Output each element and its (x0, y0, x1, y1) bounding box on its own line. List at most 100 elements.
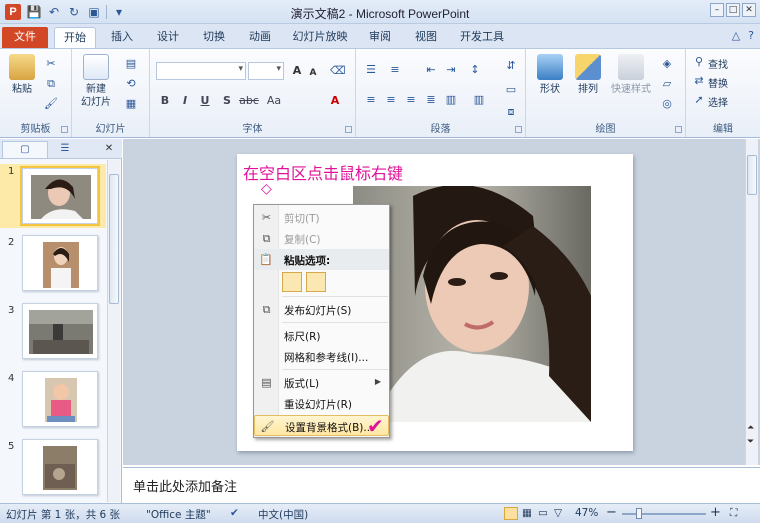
paragraph-launcher-icon[interactable] (515, 126, 522, 133)
minimize-ribbon-icon[interactable]: △ (732, 29, 740, 42)
smartart-icon[interactable]: ⧈ (504, 105, 518, 119)
strikethrough-button[interactable]: abc (238, 94, 260, 107)
shapes-button[interactable]: 形状 (530, 54, 570, 96)
find-icon[interactable]: ⚲ (692, 55, 706, 69)
cut-icon[interactable]: ✂ (44, 57, 58, 71)
tab-slideshow[interactable]: 幻灯片放映 (288, 27, 352, 48)
menu-item-layout[interactable]: ▤ 版式(L) ▶ (254, 372, 389, 393)
new-slide-button[interactable]: 新建 幻灯片 (76, 54, 116, 109)
tab-view[interactable]: 视图 (406, 27, 446, 48)
menu-item-copy[interactable]: ⧉ 复制(C) (254, 228, 389, 249)
tab-insert[interactable]: 插入 (102, 27, 142, 48)
font-color-button[interactable]: A (328, 94, 342, 107)
slides-panel-scroll-thumb[interactable] (109, 174, 119, 304)
replace-button[interactable]: 替换 (708, 75, 728, 90)
normal-view-icon[interactable] (504, 507, 518, 520)
slide-area-scrollbar[interactable]: ⏶ ⏷ (745, 139, 758, 465)
slide-thumbnail[interactable] (20, 166, 100, 226)
menu-item-cut[interactable]: ✂ 剪切(T) (254, 207, 389, 228)
zoom-level[interactable]: 47% (575, 507, 598, 519)
menu-item-ruler[interactable]: 标尺(R) (254, 325, 389, 346)
layout-icon[interactable]: ▤ (124, 57, 138, 71)
tab-developer[interactable]: 开发工具 (454, 27, 510, 48)
fit-to-window-icon[interactable]: ⛶ (730, 507, 737, 520)
slide-thumbnail-row[interactable]: 5 (0, 439, 106, 501)
decrease-indent-icon[interactable]: ⇤ (424, 63, 438, 77)
text-direction-icon[interactable]: ⇵ (504, 59, 518, 73)
zoom-in-button[interactable]: + (710, 505, 721, 520)
reset-icon[interactable]: ⟲ (124, 77, 138, 91)
close-panel-icon[interactable]: ✕ (100, 141, 118, 158)
shape-effects-icon[interactable]: ◎ (660, 97, 674, 111)
zoom-slider-knob[interactable] (636, 508, 642, 519)
language-status[interactable]: 中文(中国) (258, 507, 308, 522)
spell-check-icon[interactable]: ✔ (230, 507, 239, 519)
tab-design[interactable]: 设计 (148, 27, 188, 48)
justify-icon[interactable]: ≣ (424, 93, 438, 107)
reading-view-icon[interactable]: ▭ (538, 507, 548, 519)
menu-item-publish-slides[interactable]: ⧉ 发布幻灯片(S) (254, 299, 389, 320)
shadow-button[interactable]: S (220, 94, 234, 107)
menu-item-reset-slide[interactable]: 重设幻灯片(R) (254, 393, 389, 414)
find-button[interactable]: 查找 (708, 56, 728, 71)
slide-editing-area[interactable]: 在空白区点击鼠标右键 ◇ ⏶ ⏷ (123, 139, 760, 465)
align-right-icon[interactable]: ≡ (404, 93, 418, 107)
minimize-button[interactable]: – (710, 3, 724, 17)
notes-placeholder[interactable]: 单击此处添加备注 (133, 476, 237, 495)
slide-thumbnail[interactable] (22, 439, 98, 495)
clear-format-icon[interactable]: ⌫ (330, 64, 346, 78)
menu-item-grid[interactable]: 网格和参考线(I)... (254, 346, 389, 367)
underline-button[interactable]: U (198, 94, 212, 107)
quick-styles-button[interactable]: 快速样式 (608, 54, 654, 96)
select-button[interactable]: 选择 (708, 94, 728, 109)
grow-font-icon[interactable]: A (290, 64, 304, 78)
theme-status[interactable]: "Office 主题" (146, 507, 211, 522)
section-icon[interactable]: ▦ (124, 97, 138, 111)
tab-animations[interactable]: 动画 (240, 27, 280, 48)
slides-tab-icon[interactable]: ▢ (2, 141, 48, 158)
font-size-combo[interactable] (248, 62, 284, 80)
outline-tab-icon[interactable]: ☰ (50, 141, 80, 158)
tab-file[interactable]: 文件 (2, 27, 48, 48)
slide-thumbnail[interactable] (22, 235, 98, 291)
shrink-font-icon[interactable]: A (306, 66, 320, 80)
tab-transitions[interactable]: 切换 (194, 27, 234, 48)
slideshow-view-icon[interactable]: ▽ (554, 507, 562, 519)
slide-thumbnail-row[interactable]: 2 (0, 235, 106, 297)
bold-button[interactable]: B (158, 94, 172, 107)
next-slide-icon[interactable]: ⏷ (747, 437, 754, 447)
slides-panel-scrollbar[interactable] (107, 160, 120, 502)
increase-indent-icon[interactable]: ⇥ (444, 63, 458, 77)
clipboard-launcher-icon[interactable] (61, 126, 68, 133)
copy-icon[interactable]: ⧉ (44, 77, 58, 91)
align-left-icon[interactable]: ≡ (364, 93, 378, 107)
bullets-icon[interactable]: ☰ (364, 63, 378, 77)
slide-area-scroll-thumb[interactable] (747, 155, 757, 195)
distributed-icon[interactable]: ▥ (444, 93, 458, 107)
slide-thumbnail[interactable] (22, 371, 98, 427)
arrange-button[interactable]: 排列 (568, 54, 608, 96)
drawing-launcher-icon[interactable] (675, 126, 682, 133)
italic-button[interactable]: I (178, 94, 192, 107)
align-center-icon[interactable]: ≡ (384, 93, 398, 107)
select-icon[interactable]: ➚ (692, 93, 706, 107)
close-button[interactable]: ✕ (742, 3, 756, 17)
slide-thumbnail-row[interactable]: 4 (0, 371, 106, 433)
help-icon[interactable]: ? (748, 29, 754, 42)
slide-thumbnail-row[interactable]: 3 (0, 303, 106, 365)
shape-outline-icon[interactable]: ▱ (660, 77, 674, 91)
previous-slide-icon[interactable]: ⏶ (747, 423, 754, 433)
paste-keep-formatting-icon[interactable] (282, 272, 302, 292)
numbering-icon[interactable]: ≡ (388, 63, 402, 77)
replace-icon[interactable]: ⇄ (692, 74, 706, 88)
notes-pane[interactable]: 单击此处添加备注 (123, 467, 760, 503)
shape-fill-icon[interactable]: ◈ (660, 57, 674, 71)
slide-sorter-icon[interactable]: ▦ (522, 507, 532, 519)
columns-icon[interactable]: ▥ (472, 93, 486, 107)
tab-home[interactable]: 开始 (54, 27, 96, 48)
font-launcher-icon[interactable] (345, 126, 352, 133)
change-case-button[interactable]: Aa (264, 94, 284, 107)
font-name-combo[interactable] (156, 62, 246, 80)
paste-button[interactable]: 粘贴 (2, 54, 42, 96)
maximize-button[interactable]: □ (726, 3, 740, 17)
